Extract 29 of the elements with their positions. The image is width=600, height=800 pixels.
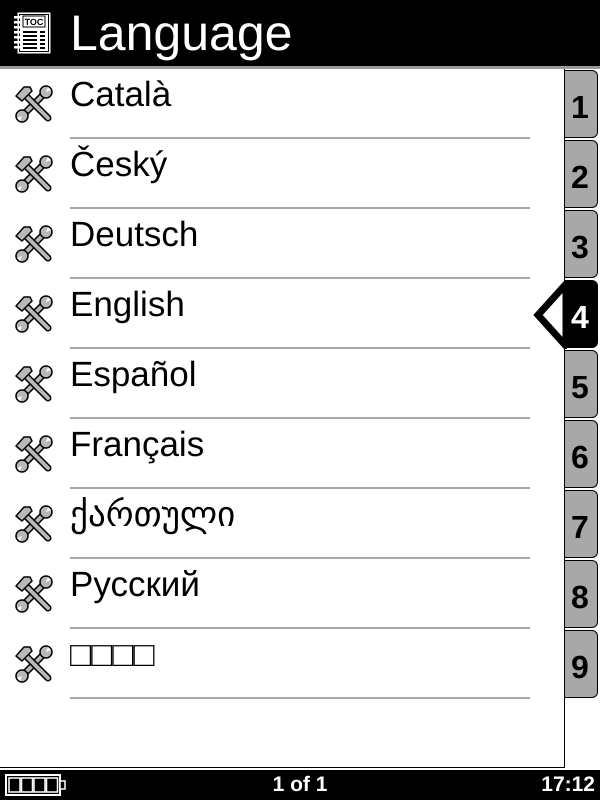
tools-icon — [14, 84, 54, 124]
page-title: Language — [70, 8, 292, 58]
language-item[interactable]: ქართული — [0, 489, 564, 559]
tools-icon — [14, 224, 54, 264]
language-item[interactable]: Deutsch — [0, 209, 564, 279]
index-tab[interactable]: 5 — [565, 350, 598, 418]
page-indicator: 1 of 1 — [272, 773, 328, 797]
language-item[interactable]: Český — [0, 139, 564, 209]
index-tab[interactable]: 3 — [565, 210, 598, 278]
index-tab[interactable]: 8 — [565, 560, 598, 628]
index-tab[interactable]: 6 — [565, 420, 598, 488]
tools-icon — [14, 154, 54, 194]
tools-icon — [14, 434, 54, 474]
tools-icon — [14, 574, 54, 614]
language-item[interactable]: Русский — [0, 559, 564, 629]
tools-icon — [14, 504, 54, 544]
tools-icon — [14, 364, 54, 404]
language-item[interactable]: Català — [0, 69, 564, 139]
language-item[interactable]: □□□□ — [0, 629, 564, 699]
language-item[interactable]: Español — [0, 349, 564, 419]
index-tab[interactable]: 7 — [565, 490, 598, 558]
index-tab[interactable]: 9 — [565, 630, 598, 698]
index-tab[interactable]: 1 — [565, 70, 598, 138]
clock: 17:12 — [541, 773, 595, 797]
battery-icon — [5, 774, 67, 796]
tools-icon — [14, 294, 54, 334]
index-tab[interactable]: 2 — [565, 140, 598, 208]
tools-icon — [14, 644, 54, 684]
language-item[interactable]: Français — [0, 419, 564, 489]
